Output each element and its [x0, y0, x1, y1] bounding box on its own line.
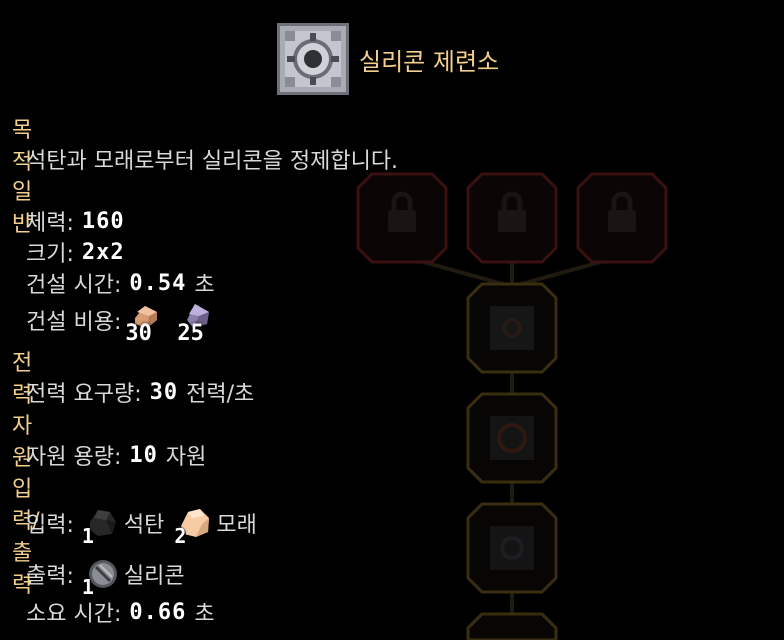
silicon-smelter-icon [277, 23, 349, 95]
sand-amount: 2 [174, 524, 187, 548]
build-time-unit: 초 [194, 273, 215, 298]
locked-node-2[interactable] [466, 172, 558, 264]
craft-time-unit: 초 [194, 602, 215, 627]
block-name: 실리콘 제련소 [359, 47, 500, 76]
build-time-label: 건설 시간: [26, 273, 122, 298]
block-header: 실리콘 제련소 [277, 22, 499, 96]
size-value: 2x2 [81, 239, 125, 265]
stat-craft-time: 소요 시간: 0.66 초 [26, 596, 215, 628]
cost-item-copper[interactable]: 30 [125, 300, 173, 346]
tree-node-d[interactable] [466, 612, 558, 640]
stat-build-time: 건설 시간: 0.54 초 [26, 267, 215, 299]
output-item-silicon[interactable]: 1 [82, 557, 120, 599]
craft-time-value: 0.66 [129, 599, 187, 625]
coal-name: 석탄 [123, 513, 165, 538]
copper-amount: 30 [125, 321, 152, 346]
stat-output: 출력: 1 실리콘 [26, 557, 185, 599]
stat-input: 입력: 1 석탄 2 모래 [26, 506, 257, 548]
tree-node-a[interactable] [466, 282, 558, 374]
stat-health: 체력: 160 [26, 205, 125, 237]
locked-node-3[interactable] [576, 172, 668, 264]
silicon-name: 실리콘 [123, 564, 185, 589]
power-use-value: 30 [149, 379, 179, 405]
capacity-unit: 자원 [165, 445, 207, 470]
health-label: 체력: [26, 211, 74, 236]
stat-build-cost: 건설 비용: 30 25 [26, 300, 225, 346]
coal-amount: 1 [81, 524, 94, 548]
build-time-value: 0.54 [129, 270, 187, 296]
output-label: 출력: [26, 564, 74, 589]
stat-size: 크기: 2x2 [26, 236, 125, 268]
cost-item-lead[interactable]: 25 [177, 300, 225, 346]
capacity-label: 자원 용량: [26, 445, 122, 470]
health-value: 160 [81, 208, 125, 234]
capacity-value: 10 [129, 442, 158, 468]
lead-amount: 25 [177, 321, 204, 346]
sand-name: 모래 [216, 513, 257, 538]
craft-time-label: 소요 시간: [26, 602, 122, 627]
input-label: 입력: [26, 513, 74, 538]
build-cost-label: 건설 비용: [26, 310, 122, 335]
power-use-label: 전력 요구량: [26, 382, 142, 407]
tree-node-c[interactable] [466, 502, 558, 594]
locked-node-1[interactable] [356, 172, 448, 264]
stat-power-use: 전력 요구량: 30 전력/초 [26, 376, 254, 408]
power-use-unit: 전력/초 [186, 382, 255, 407]
stat-item-capacity: 자원 용량: 10 자원 [26, 439, 206, 471]
input-item-coal[interactable]: 1 [82, 506, 120, 548]
size-label: 크기: [26, 242, 74, 267]
purpose-description: 석탄과 모래로부터 실리콘을 정제합니다. [26, 149, 399, 174]
input-item-sand[interactable]: 2 [174, 506, 212, 548]
tree-node-b[interactable] [466, 392, 558, 484]
